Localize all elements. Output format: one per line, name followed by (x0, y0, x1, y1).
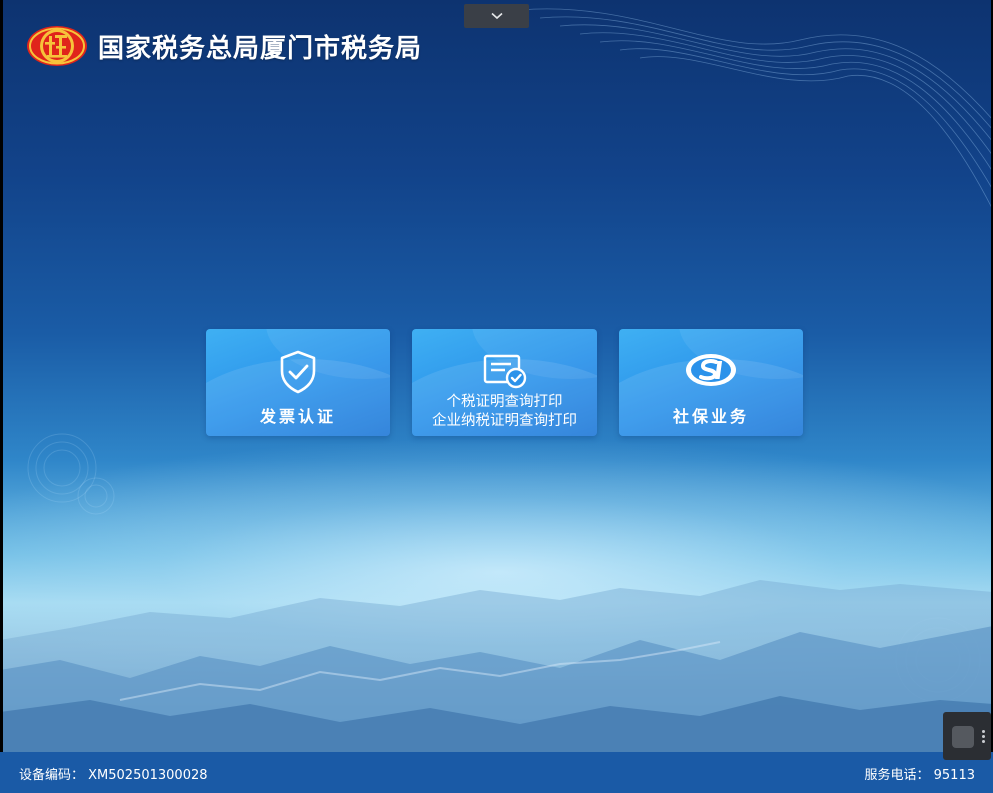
tile-label-enterprise-tax-certificate: 企业纳税证明查询打印 (432, 413, 577, 429)
social-security-tile[interactable]: 社保业务 (619, 329, 803, 436)
wave-lines (519, 8, 993, 211)
tax-certificate-print-tile[interactable]: 个税证明查询打印 企业纳税证明查询打印 (412, 329, 597, 436)
header: 国家税务总局厦门市税务局 (26, 22, 422, 70)
page-title: 国家税务总局厦门市税务局 (98, 33, 423, 64)
service-phone: 服务电话： 95113 (864, 768, 976, 783)
app-launcher-icon (952, 726, 974, 748)
certificate-check-icon (483, 354, 526, 389)
status-bar: 设备编码： XM502501300028 服务电话： 95113 (0, 752, 993, 793)
device-code: 设备编码： XM502501300028 (19, 768, 208, 783)
tile-label-personal-tax-certificate: 个税证明查询打印 (446, 394, 563, 410)
service-tiles: 发票认证 个税证明查询打印 企业纳税证明查询打印 社保业务 (206, 329, 806, 436)
tile-label-invoice: 发票认证 (259, 407, 336, 426)
social-security-si-icon (686, 354, 736, 386)
left-frame-edge (0, 0, 3, 793)
invoice-certification-tile[interactable]: 发票认证 (206, 329, 390, 436)
corner-launcher-button[interactable] (943, 712, 991, 760)
kiosk-screen: 国家税务总局厦门市税务局 发票认证 个税证明查询打印 企业纳税证明查询打印 社保… (0, 0, 993, 793)
chevron-down-icon (490, 12, 503, 20)
shield-check-icon (280, 350, 316, 394)
top-toggle-button[interactable] (464, 4, 529, 28)
more-dots-icon (982, 730, 985, 744)
tax-emblem-icon (27, 26, 87, 66)
tile-label-social-security: 社保业务 (672, 407, 749, 426)
